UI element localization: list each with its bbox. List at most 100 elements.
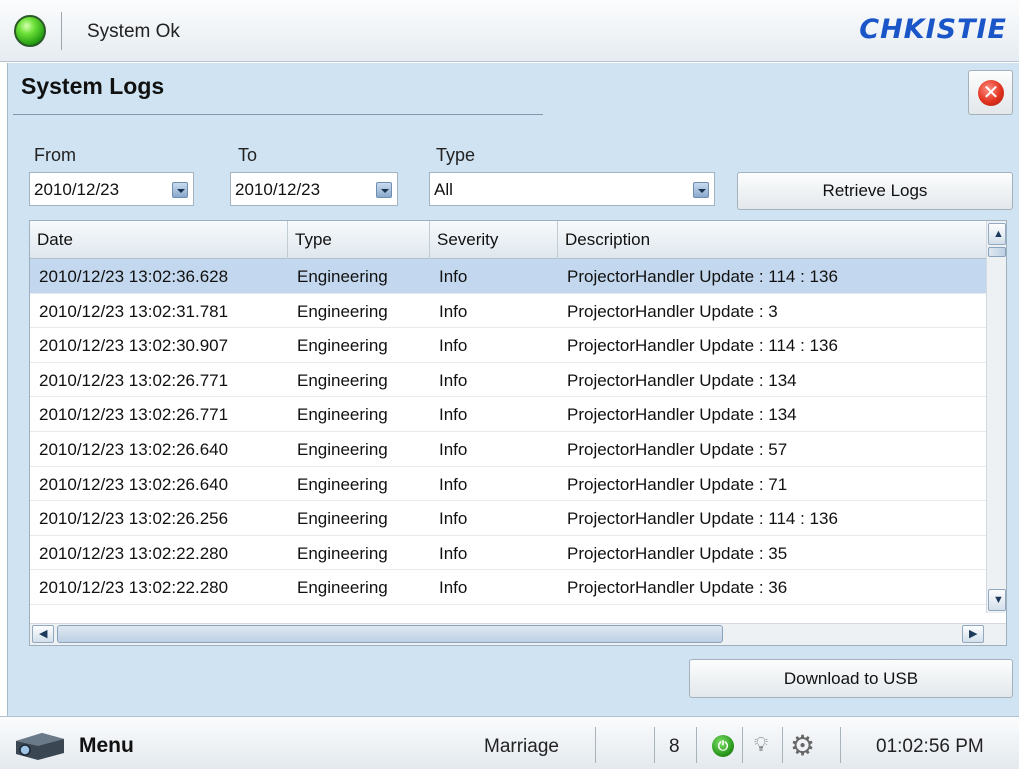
table-row[interactable]: 2010/12/23 13:02:22.280 Engineering Info Pr…	[30, 570, 986, 605]
divider	[840, 727, 841, 763]
cell-type: Engineering	[297, 405, 388, 425]
cell-description: ProjectorHandler Update : 36	[567, 578, 788, 598]
table-row[interactable]: 2010/12/23 13:02:22.280 Engineering Info Pr…	[30, 536, 986, 571]
type-select[interactable]: All	[429, 172, 715, 206]
cell-severity: Info	[439, 439, 468, 459]
chevron-down-icon[interactable]	[376, 182, 392, 198]
table-row[interactable]: 2010/12/23 13:02:26.771 Engineering Info Pr…	[30, 363, 986, 398]
power-icon[interactable]: ⏻	[712, 735, 734, 757]
count-indicator: 8	[669, 736, 680, 757]
content-name: Marriage	[484, 736, 559, 757]
cell-date: 2010/12/23 13:02:26.640	[39, 474, 229, 494]
cell-date: 2010/12/23 13:02:36.628	[39, 267, 229, 286]
cell-date: 2010/12/23 13:02:26.640	[39, 439, 229, 459]
logs-table[interactable]: Date Type Severity Description 2010/12/2…	[29, 220, 1007, 646]
divider	[742, 727, 743, 763]
horizontal-scrollbar[interactable]: ◀ ▶	[30, 623, 1006, 645]
divider	[595, 727, 596, 763]
cell-severity: Info	[439, 267, 468, 286]
cell-description: ProjectorHandler Update : 114 : 136	[567, 336, 838, 356]
retrieve-logs-button[interactable]: Retrieve Logs	[737, 172, 1013, 210]
cell-description: ProjectorHandler Update : 114 : 136	[567, 509, 838, 529]
divider	[696, 727, 697, 763]
cell-type: Engineering	[297, 301, 388, 321]
to-date-select[interactable]: 2010/12/23	[230, 172, 398, 206]
cell-type: Engineering	[297, 370, 388, 390]
clock: 01:02:56 PM	[876, 736, 984, 757]
cell-date: 2010/12/23 13:02:26.771	[39, 370, 229, 390]
cell-type: Engineering	[297, 474, 388, 494]
cell-description: ProjectorHandler Update : 57	[567, 439, 788, 459]
projector-icon[interactable]	[12, 731, 66, 761]
vertical-scrollbar[interactable]: ▲ ▼	[986, 221, 1006, 613]
from-date-select[interactable]: 2010/12/23	[29, 172, 194, 206]
cell-date: 2010/12/23 13:02:26.771	[39, 405, 229, 425]
divider	[61, 12, 62, 50]
column-header-severity[interactable]: Severity	[430, 221, 558, 259]
close-button[interactable]: ✕	[968, 70, 1013, 115]
from-label: From	[34, 145, 76, 165]
table-row[interactable]: 2010/12/23 13:02:26.771 Engineering Info Pr…	[30, 397, 986, 432]
column-header-type[interactable]: Type	[288, 221, 430, 259]
table-header: Date Type Severity Description	[30, 221, 986, 259]
from-date-value: 2010/12/23	[34, 180, 120, 199]
cell-date: 2010/12/23 13:02:22.280	[39, 543, 229, 563]
title-underline	[13, 114, 543, 115]
cell-severity: Info	[439, 474, 468, 494]
cell-severity: Info	[439, 509, 468, 529]
table-row[interactable]: 2010/12/23 13:02:30.907 Engineering Info Pr…	[30, 328, 986, 363]
cell-severity: Info	[439, 543, 468, 563]
cell-date: 2010/12/23 13:02:30.907	[39, 336, 229, 356]
status-bar: System Ok CHKISTIE	[0, 0, 1019, 62]
type-label: Type	[436, 145, 476, 165]
taskbar: Menu Marriage 8 ⏻ 💡︎ ⚙ 01:02:56 PM	[0, 716, 1019, 769]
cell-type: Engineering	[297, 543, 388, 563]
chevron-down-icon[interactable]	[172, 182, 188, 198]
to-date-value: 2010/12/23	[235, 180, 321, 199]
menu-button[interactable]: Menu	[79, 734, 134, 758]
status-text: System Ok	[87, 21, 180, 42]
projector-settings-icon[interactable]: ⚙	[790, 729, 815, 762]
scroll-up-button[interactable]: ▲	[988, 223, 1006, 245]
cell-description: ProjectorHandler Update : 134	[567, 405, 797, 425]
table-body: 2010/12/23 13:02:36.628 Engineering Info Pr…	[30, 259, 986, 605]
cell-description: ProjectorHandler Update : 134	[567, 370, 797, 390]
table-row[interactable]: 2010/12/23 13:02:31.781 Engineering Info Pr…	[30, 294, 986, 329]
table-row[interactable]: 2010/12/23 13:02:26.640 Engineering Info Pr…	[30, 432, 986, 467]
cell-type: Engineering	[297, 578, 388, 598]
table-row[interactable]: 2010/12/23 13:02:26.256 Engineering Info Pr…	[30, 501, 986, 536]
lightbulb-icon[interactable]: 💡︎	[754, 734, 768, 757]
cell-type: Engineering	[297, 509, 388, 529]
cell-severity: Info	[439, 336, 468, 356]
cell-date: 2010/12/23 13:02:22.280	[39, 578, 229, 598]
cell-description: ProjectorHandler Update : 114 : 136	[567, 267, 838, 286]
table-row[interactable]: 2010/12/23 13:02:36.628 Engineering Info Pr…	[30, 259, 986, 294]
divider	[782, 727, 783, 763]
cell-severity: Info	[439, 405, 468, 425]
column-header-description[interactable]: Description	[558, 221, 986, 259]
chevron-down-icon[interactable]	[693, 182, 709, 198]
cell-type: Engineering	[297, 439, 388, 459]
type-value: All	[434, 180, 453, 199]
scroll-right-button[interactable]: ▶	[962, 625, 984, 643]
status-ok-icon	[14, 15, 46, 47]
to-label: To	[238, 145, 258, 165]
column-header-date[interactable]: Date	[30, 221, 288, 259]
cell-severity: Info	[439, 301, 468, 321]
vertical-scroll-thumb[interactable]	[988, 247, 1006, 257]
cell-type: Engineering	[297, 336, 388, 356]
page-title: System Logs	[21, 73, 165, 99]
divider	[654, 727, 655, 763]
close-icon: ✕	[978, 80, 1004, 106]
scroll-left-button[interactable]: ◀	[32, 625, 54, 643]
cell-severity: Info	[439, 578, 468, 598]
cell-description: ProjectorHandler Update : 3	[567, 301, 778, 321]
download-to-usb-button[interactable]: Download to USB	[689, 659, 1013, 698]
cell-description: ProjectorHandler Update : 35	[567, 543, 788, 563]
table-row[interactable]: 2010/12/23 13:02:26.640 Engineering Info Pr…	[30, 467, 986, 502]
cell-description: ProjectorHandler Update : 71	[567, 474, 788, 494]
brand-logo: CHKISTIE	[859, 14, 1007, 45]
scroll-down-button[interactable]: ▼	[988, 589, 1006, 611]
cell-type: Engineering	[297, 267, 388, 286]
horizontal-scroll-thumb[interactable]	[57, 625, 723, 643]
